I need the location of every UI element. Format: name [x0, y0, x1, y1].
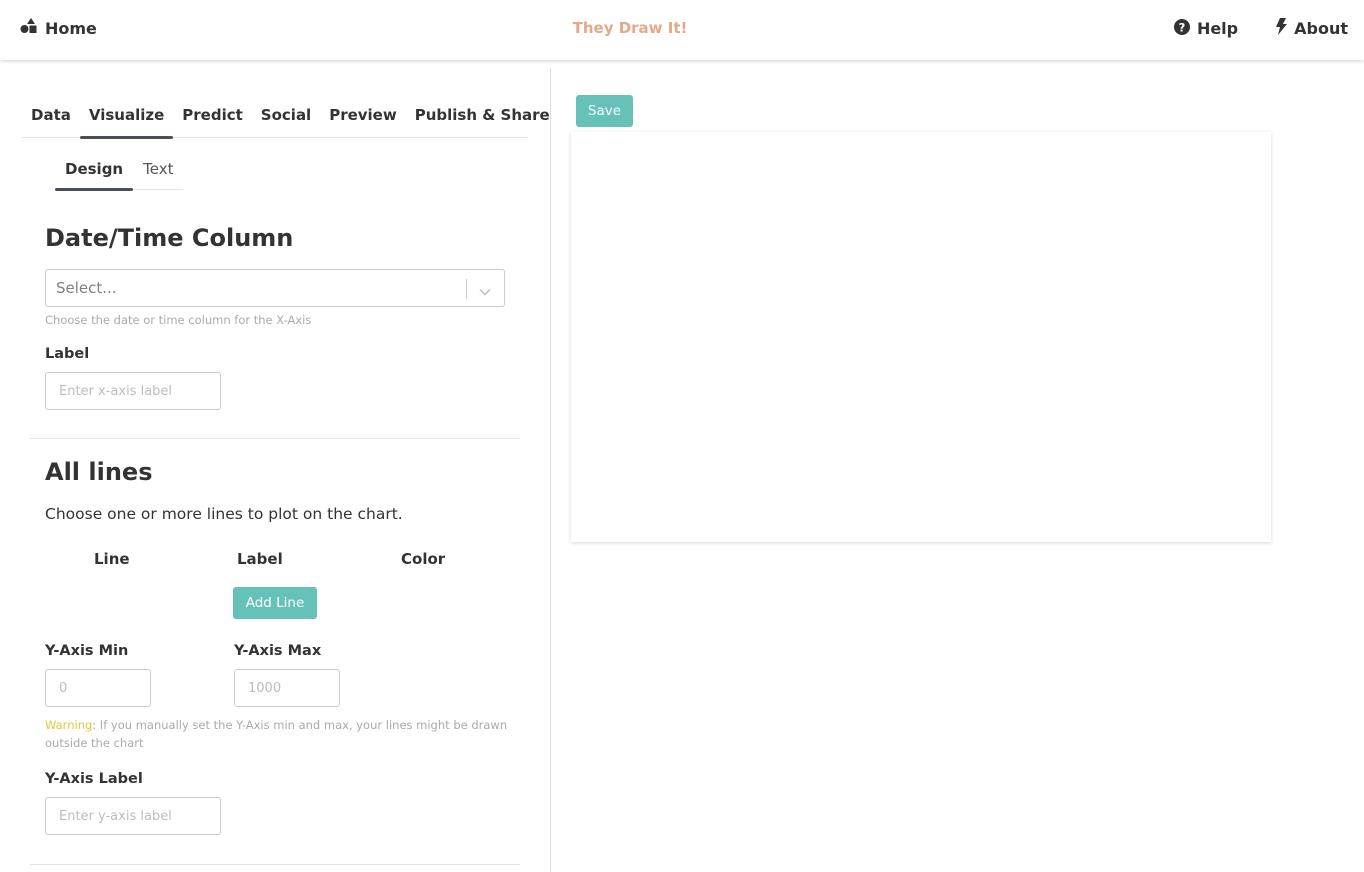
- chart-preview-area: [571, 132, 1271, 542]
- main-tabs: Data Visualize Predict Social Preview Pu…: [22, 98, 550, 139]
- editor-panel: Data Visualize Predict Social Preview Pu…: [0, 60, 550, 872]
- about-link[interactable]: About: [1276, 18, 1348, 39]
- about-label: About: [1294, 19, 1348, 38]
- tab-predict[interactable]: Predict: [173, 98, 252, 138]
- date-column-select-value: Select...: [56, 279, 117, 297]
- x-label-title: Label: [45, 346, 90, 362]
- tab-visualize[interactable]: Visualize: [79, 98, 174, 139]
- date-column-help: Choose the date or time column for the X…: [45, 313, 312, 327]
- date-column-select[interactable]: Select...: [45, 269, 505, 307]
- chevron-down-icon[interactable]: [478, 282, 492, 301]
- section-divider: [30, 438, 520, 439]
- top-navbar: Home They Draw It! ? Help About: [0, 0, 1364, 60]
- save-button[interactable]: Save: [576, 95, 633, 127]
- section-divider-bottom: [30, 864, 520, 865]
- tab-data[interactable]: Data: [22, 98, 80, 138]
- help-link[interactable]: ? Help: [1173, 18, 1239, 39]
- tab-text[interactable]: Text: [133, 152, 183, 190]
- date-time-heading: Date/Time Column: [45, 224, 294, 252]
- column-header-line: Line: [94, 550, 130, 568]
- y-axis-max-label: Y-Axis Max: [234, 643, 322, 659]
- y-axis-warning: Warning: If you manually set the Y-Axis …: [45, 716, 515, 752]
- all-lines-description: Choose one or more lines to plot on the …: [45, 505, 403, 523]
- brand-title: They Draw It!: [572, 19, 688, 37]
- svg-text:?: ?: [1179, 20, 1186, 34]
- column-header-color: Color: [401, 550, 446, 568]
- bolt-icon: [1276, 18, 1288, 39]
- tab-preview[interactable]: Preview: [320, 98, 406, 138]
- sub-tabs: Design Text: [55, 152, 184, 191]
- y-axis-label-input[interactable]: [45, 797, 221, 835]
- tab-social[interactable]: Social: [252, 98, 320, 138]
- add-line-button[interactable]: Add Line: [233, 587, 317, 619]
- question-circle-icon: ?: [1173, 18, 1190, 39]
- y-axis-label-title: Y-Axis Label: [45, 771, 143, 787]
- all-lines-heading: All lines: [45, 458, 153, 486]
- column-header-label: Label: [237, 550, 283, 568]
- warning-text: : If you manually set the Y-Axis min and…: [45, 718, 508, 750]
- y-axis-min-input[interactable]: [45, 669, 151, 707]
- select-separator: [466, 279, 467, 299]
- panel-divider: [550, 68, 551, 872]
- warning-prefix: Warning: [45, 718, 93, 732]
- tab-publish[interactable]: Publish & Share: [406, 98, 559, 138]
- y-axis-min-label: Y-Axis Min: [45, 643, 129, 659]
- y-axis-max-input[interactable]: [234, 669, 340, 707]
- tab-design[interactable]: Design: [55, 152, 134, 191]
- x-axis-label-input[interactable]: [45, 372, 221, 410]
- help-label: Help: [1196, 19, 1239, 38]
